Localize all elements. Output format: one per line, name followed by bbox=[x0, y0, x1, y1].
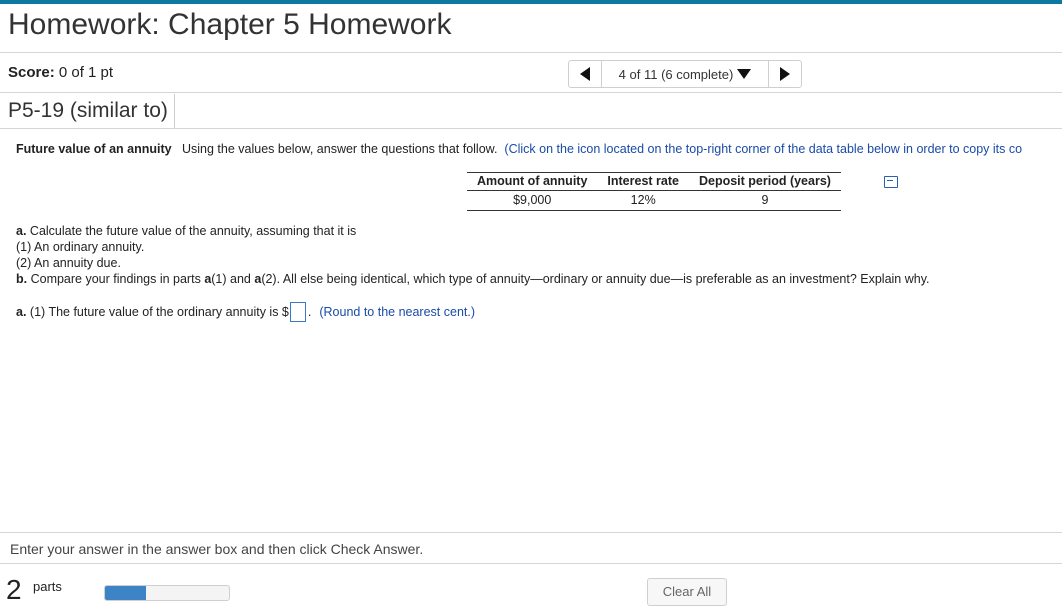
answer-suffix: . bbox=[307, 305, 312, 319]
parts-count: 2 bbox=[6, 574, 22, 605]
score-display: Score: 0 of 1 pt bbox=[8, 64, 113, 81]
divider bbox=[0, 52, 1062, 53]
problem-intro: Using the values below, answer the quest… bbox=[182, 142, 498, 156]
problem-statement: Future value of an annuity Using the val… bbox=[16, 142, 1022, 156]
question-a-text: Calculate the future value of the annuit… bbox=[29, 224, 357, 238]
answer-line: a. (1) The future value of the ordinary … bbox=[16, 302, 475, 322]
question-a2: (2) An annuity due. bbox=[16, 256, 121, 270]
question-b-text: (1) and bbox=[211, 272, 251, 286]
question-a: a. Calculate the future value of the ann… bbox=[16, 223, 930, 239]
divider bbox=[0, 563, 1062, 564]
question-a-label: a. bbox=[16, 224, 27, 238]
parts-progress-bar bbox=[104, 585, 230, 601]
answer-part-label: a. bbox=[16, 305, 27, 319]
caret-down-icon bbox=[737, 69, 752, 79]
rounding-hint: (Round to the nearest cent.) bbox=[319, 305, 476, 319]
clear-all-button[interactable]: Clear All bbox=[647, 578, 727, 606]
question-navigator: 4 of 11 (6 complete) bbox=[568, 60, 802, 88]
answer-input[interactable] bbox=[289, 302, 306, 322]
table-header: Amount of annuity bbox=[467, 172, 598, 191]
data-table: Amount of annuity Interest rate Deposit … bbox=[467, 172, 841, 211]
progress-fill bbox=[105, 586, 146, 600]
problem-title: Future value of an annuity bbox=[16, 142, 172, 156]
divider bbox=[0, 532, 1062, 533]
question-a1: (1) An ordinary annuity. bbox=[16, 240, 145, 254]
next-question-button[interactable] bbox=[769, 61, 801, 87]
question-b-text: Compare your findings in parts bbox=[30, 272, 201, 286]
copy-data-icon[interactable] bbox=[884, 176, 898, 188]
table-row: $9,000 12% 9 bbox=[467, 190, 841, 211]
table-cell: $9,000 bbox=[467, 190, 598, 211]
question-b-label: b. bbox=[16, 272, 28, 286]
copy-instruction: (Click on the icon located on the top-ri… bbox=[504, 142, 1023, 156]
answer-prompt: (1) The future value of the ordinary ann… bbox=[29, 305, 289, 319]
page-title: Homework: Chapter 5 Homework bbox=[8, 8, 452, 41]
score-value: 0 of 1 pt bbox=[58, 64, 114, 81]
parts-label: parts bbox=[33, 579, 62, 594]
arrow-right-icon bbox=[780, 67, 790, 81]
arrow-left-icon bbox=[580, 67, 590, 81]
question-b: b. Compare your findings in parts a(1) a… bbox=[16, 271, 930, 287]
divider bbox=[0, 92, 1062, 93]
score-label: Score: bbox=[8, 64, 55, 81]
question-id: P5-19 (similar to) bbox=[0, 94, 175, 128]
table-header: Deposit period (years) bbox=[688, 172, 841, 191]
top-accent-bar bbox=[0, 0, 1062, 4]
table-cell: 12% bbox=[597, 190, 689, 211]
divider bbox=[0, 128, 1062, 129]
question-b-text: (2). All else being identical, which typ… bbox=[261, 272, 930, 286]
table-header: Interest rate bbox=[597, 172, 689, 191]
table-cell: 9 bbox=[688, 190, 841, 211]
instruction-message: Enter your answer in the answer box and … bbox=[10, 541, 424, 557]
question-selector-dropdown[interactable]: 4 of 11 (6 complete) bbox=[601, 61, 769, 87]
question-position: 4 of 11 (6 complete) bbox=[618, 66, 734, 82]
question-list: a. Calculate the future value of the ann… bbox=[16, 223, 930, 287]
previous-question-button[interactable] bbox=[569, 61, 601, 87]
